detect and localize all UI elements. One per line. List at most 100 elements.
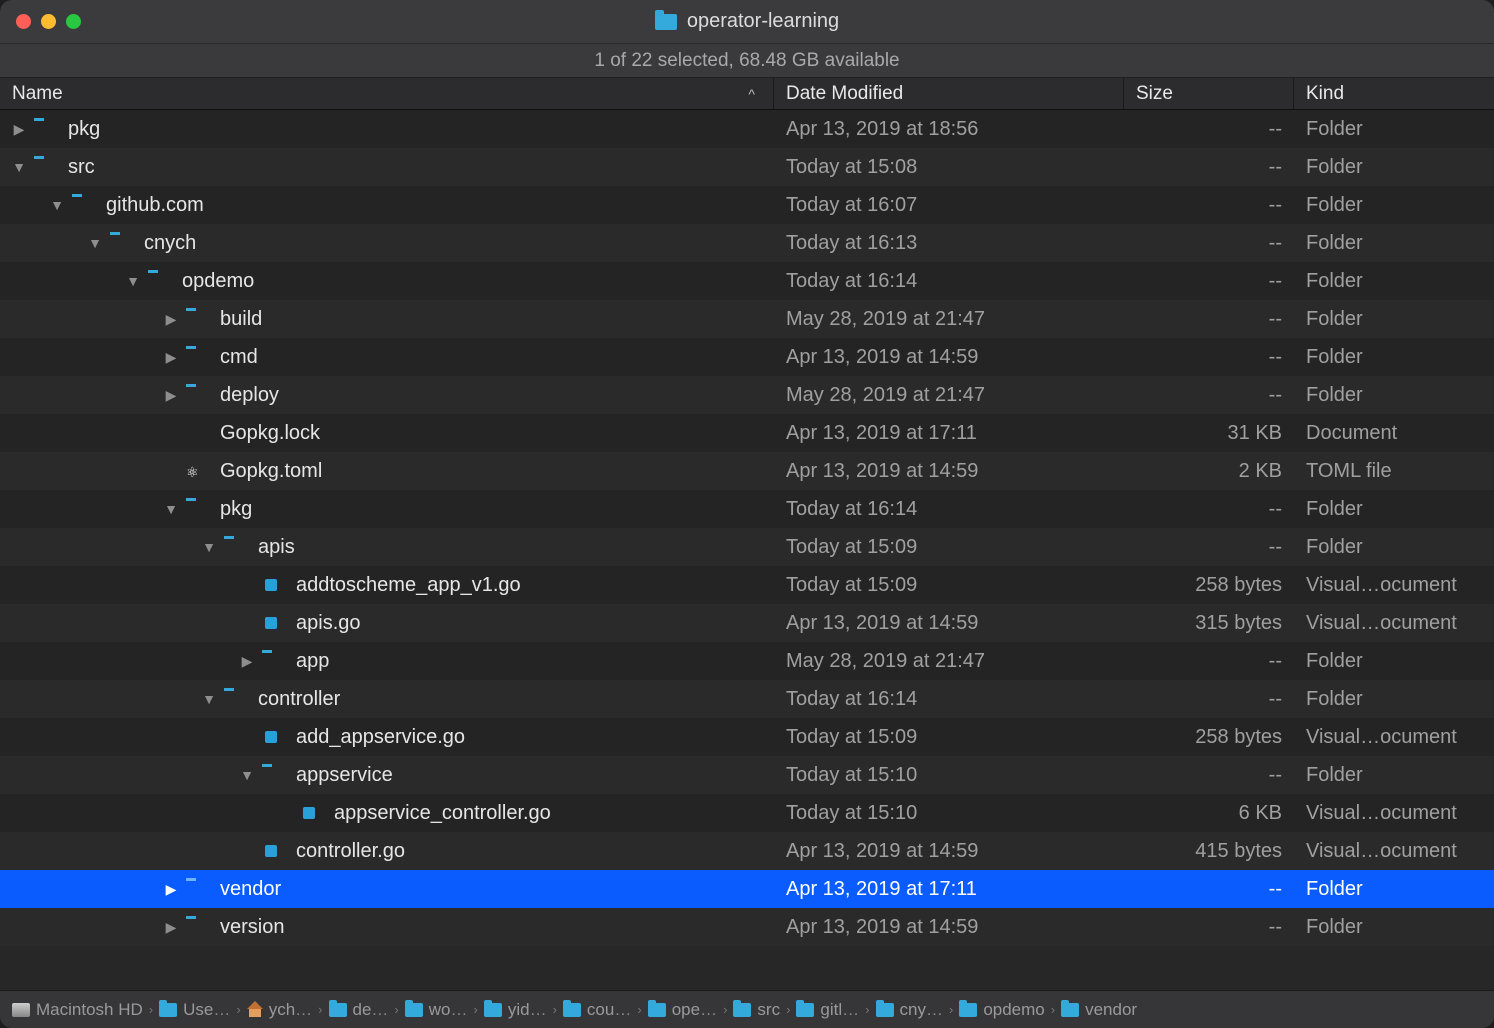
path-crumb[interactable]: yid (484, 1000, 547, 1020)
path-crumb[interactable]: gitl (796, 1000, 859, 1020)
disclosure-triangle-icon[interactable]: ▶ (10, 121, 28, 138)
file-row[interactable]: ▶cmdApr 13, 2019 at 14:59--Folder (0, 338, 1494, 376)
name-cell[interactable]: apis.go (0, 612, 774, 635)
name-cell[interactable]: ▼opdemo (0, 270, 774, 293)
file-row[interactable]: Gopkg.lockApr 13, 2019 at 17:1131 KBDocu… (0, 414, 1494, 452)
disclosure-triangle-icon[interactable]: ▼ (10, 159, 28, 175)
column-kind[interactable]: Kind (1294, 78, 1494, 109)
finder-window: operator-learning 1 of 22 selected, 68.4… (0, 0, 1494, 1028)
disclosure-triangle-icon[interactable]: ▼ (238, 767, 256, 783)
file-row[interactable]: Gopkg.tomlApr 13, 2019 at 14:592 KBTOML … (0, 452, 1494, 490)
date-modified: Apr 13, 2019 at 14:59 (774, 840, 1124, 863)
name-cell[interactable]: ▶version (0, 916, 774, 939)
name-cell[interactable]: ▼apis (0, 536, 774, 559)
path-crumb[interactable]: cny (876, 1000, 943, 1020)
file-row[interactable]: apis.goApr 13, 2019 at 14:59315 bytesVis… (0, 604, 1494, 642)
date-modified: Today at 16:14 (774, 498, 1124, 521)
name-cell[interactable]: addtoscheme_app_v1.go (0, 574, 774, 597)
folder-icon (655, 14, 677, 30)
name-cell[interactable]: add_appservice.go (0, 726, 774, 749)
name-cell[interactable]: ▼appservice (0, 764, 774, 787)
name-cell[interactable]: ▶app (0, 650, 774, 673)
name-cell[interactable]: ▼src (0, 156, 774, 179)
folder-icon (186, 347, 210, 367)
disclosure-triangle-icon[interactable]: ▶ (162, 919, 180, 936)
file-row[interactable]: addtoscheme_app_v1.goToday at 15:09258 b… (0, 566, 1494, 604)
path-crumb[interactable]: Use (159, 1000, 230, 1020)
file-row[interactable]: ▼appserviceToday at 15:10--Folder (0, 756, 1494, 794)
name-cell[interactable]: Gopkg.lock (0, 422, 774, 445)
disclosure-triangle-icon[interactable]: ▶ (162, 349, 180, 366)
name-cell[interactable]: ▶deploy (0, 384, 774, 407)
file-name: add_appservice.go (296, 726, 465, 749)
column-date-modified[interactable]: Date Modified (774, 78, 1124, 109)
name-cell[interactable]: ▶vendor (0, 878, 774, 901)
file-row[interactable]: ▶pkgApr 13, 2019 at 18:56--Folder (0, 110, 1494, 148)
file-row[interactable]: ▶vendorApr 13, 2019 at 17:11--Folder (0, 870, 1494, 908)
path-crumb[interactable]: Macintosh HD (12, 1000, 143, 1020)
file-row[interactable]: ▼controllerToday at 16:14--Folder (0, 680, 1494, 718)
disclosure-triangle-icon[interactable]: ▶ (162, 881, 180, 898)
name-cell[interactable]: appservice_controller.go (0, 802, 774, 825)
name-cell[interactable]: ▼pkg (0, 498, 774, 521)
disclosure-triangle-icon[interactable]: ▶ (162, 387, 180, 404)
disclosure-triangle-icon[interactable]: ▶ (162, 311, 180, 328)
file-row[interactable]: controller.goApr 13, 2019 at 14:59415 by… (0, 832, 1494, 870)
folder-icon (186, 499, 210, 519)
folder-icon (110, 233, 134, 253)
file-row[interactable]: ▶versionApr 13, 2019 at 14:59--Folder (0, 908, 1494, 946)
file-row[interactable]: ▼opdemoToday at 16:14--Folder (0, 262, 1494, 300)
path-crumb[interactable]: vendor (1061, 1000, 1137, 1020)
path-crumb[interactable]: de (329, 1000, 389, 1020)
chevron-right-icon: › (1051, 1002, 1055, 1017)
window-title: operator-learning (655, 10, 839, 33)
file-row[interactable]: ▼srcToday at 15:08--Folder (0, 148, 1494, 186)
disclosure-triangle-icon[interactable]: ▼ (86, 235, 104, 251)
name-cell[interactable]: ▼github.com (0, 194, 774, 217)
size: -- (1124, 650, 1294, 673)
name-cell[interactable]: Gopkg.toml (0, 460, 774, 483)
path-crumb[interactable]: cou (563, 1000, 631, 1020)
path-crumb[interactable]: wo (405, 1000, 468, 1020)
titlebar[interactable]: operator-learning (0, 0, 1494, 44)
size: -- (1124, 536, 1294, 559)
close-icon[interactable] (16, 14, 31, 29)
file-row[interactable]: ▼apisToday at 15:09--Folder (0, 528, 1494, 566)
disclosure-triangle-icon[interactable]: ▼ (48, 197, 66, 213)
chevron-right-icon: › (474, 1002, 478, 1017)
path-crumb[interactable]: opdemo (959, 1000, 1044, 1020)
path-crumb[interactable]: src (733, 1000, 780, 1020)
name-cell[interactable]: ▼cnych (0, 232, 774, 255)
file-row[interactable]: ▶appMay 28, 2019 at 21:47--Folder (0, 642, 1494, 680)
folder-icon (224, 537, 248, 557)
column-size[interactable]: Size (1124, 78, 1294, 109)
name-cell[interactable]: ▶pkg (0, 118, 774, 141)
size: -- (1124, 384, 1294, 407)
name-cell[interactable]: ▶build (0, 308, 774, 331)
name-cell[interactable]: ▶cmd (0, 346, 774, 369)
minimize-icon[interactable] (41, 14, 56, 29)
file-row[interactable]: ▼cnychToday at 16:13--Folder (0, 224, 1494, 262)
file-list[interactable]: ▶pkgApr 13, 2019 at 18:56--Folder▼srcTod… (0, 110, 1494, 990)
zoom-icon[interactable] (66, 14, 81, 29)
file-row[interactable]: ▼github.comToday at 16:07--Folder (0, 186, 1494, 224)
path-crumb[interactable]: ych (247, 1000, 312, 1020)
disclosure-triangle-icon[interactable]: ▼ (162, 501, 180, 517)
kind: Folder (1294, 232, 1494, 255)
file-row[interactable]: add_appservice.goToday at 15:09258 bytes… (0, 718, 1494, 756)
disclosure-triangle-icon[interactable]: ▼ (200, 539, 218, 555)
folder-icon (34, 157, 58, 177)
file-row[interactable]: ▼pkgToday at 16:14--Folder (0, 490, 1494, 528)
name-cell[interactable]: ▼controller (0, 688, 774, 711)
disclosure-triangle-icon[interactable]: ▶ (238, 653, 256, 670)
path-bar[interactable]: Macintosh HD›Use›ych›de›wo›yid›cou›ope›s… (0, 990, 1494, 1028)
path-crumb[interactable]: ope (648, 1000, 717, 1020)
chevron-right-icon: › (236, 1002, 240, 1017)
file-row[interactable]: appservice_controller.goToday at 15:106 … (0, 794, 1494, 832)
disclosure-triangle-icon[interactable]: ▼ (200, 691, 218, 707)
column-name[interactable]: Name ^ (0, 78, 774, 109)
file-row[interactable]: ▶buildMay 28, 2019 at 21:47--Folder (0, 300, 1494, 338)
file-row[interactable]: ▶deployMay 28, 2019 at 21:47--Folder (0, 376, 1494, 414)
disclosure-triangle-icon[interactable]: ▼ (124, 273, 142, 289)
name-cell[interactable]: controller.go (0, 840, 774, 863)
